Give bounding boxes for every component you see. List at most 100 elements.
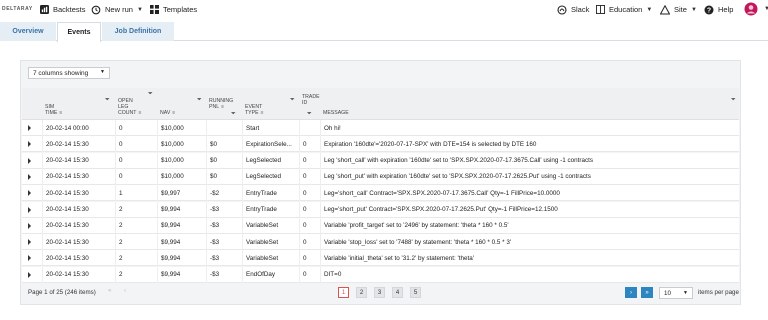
table-row[interactable]: 20-02-14 15:30 2 $9,994 -$3 VariableSet 0 Vari… [22,250,739,267]
cell-trade-id: 0 [299,168,320,185]
cell-running-pnl: -$3 [206,201,242,218]
expand-row-icon[interactable] [28,190,31,197]
table-row[interactable]: 20-02-14 15:30 0 $10,000 $0 LegSelected 0 Leg … [22,152,739,169]
sort-icon[interactable]: ≡ [221,104,224,110]
expand-row-icon[interactable] [28,157,31,164]
cell-message: Variable 'stop_loss' set to '7488' by st… [320,234,739,251]
cell-nav: $9,994 [157,266,206,283]
chevron-down-icon: ▼ [100,69,105,75]
expand-row-icon[interactable] [28,125,31,131]
table-row[interactable]: 20-02-14 15:30 2 $9,994 -$3 EndOfDay 0 DIT=0 [22,266,739,283]
table-row[interactable]: 20-02-14 15:30 2 $9,994 -$3 VariableSet 0 Vari… [22,217,739,234]
header-message[interactable]: MESSAGE ⏷ [320,88,739,120]
cell-sim-time: 20-02-14 15:30 [42,185,115,202]
cell-trade-id: 0 [299,217,320,234]
table-row[interactable]: 20-02-14 15:30 1 $9,997 -$2 EntryTrade 0 Leg='… [22,185,739,202]
filter-icon[interactable]: ⏷ [307,111,312,117]
last-page-icon[interactable]: » [641,287,653,298]
expand-row-icon[interactable] [28,173,31,180]
header-sim-time[interactable]: SIM TIME ≡ ⏷ [42,88,114,120]
next-page-icon[interactable]: › [625,287,637,298]
sort-icon[interactable]: ≡ [172,110,175,116]
header-event-type[interactable]: EVENT TYPE ≡ ⏷ [242,88,298,120]
filter-icon[interactable]: ⏷ [231,111,236,117]
header-message-label: MESSAGE [323,110,349,116]
expand-row-icon[interactable] [28,255,31,262]
header-sim-time-line2: TIME [45,110,58,116]
cell-nav: $9,994 [157,234,206,251]
filter-icon[interactable]: ⏷ [731,97,736,103]
cell-open-leg-count: 2 [115,201,157,218]
expand-row-icon[interactable] [28,206,31,213]
page-1-button[interactable]: 1 [338,287,349,298]
nav-education[interactable]: Education ▼ [596,2,652,17]
nav-backtests[interactable]: Backtests [40,2,86,17]
page-4-button[interactable]: 4 [392,287,403,298]
cell-event-type: VariableSet [242,217,299,234]
sort-icon[interactable]: ≡ [59,110,62,116]
filter-icon[interactable]: ⏷ [290,97,295,103]
nav-new-run[interactable]: New run ▼ [91,2,143,17]
cell-trade-id: 0 [299,136,320,153]
header-event-line2: TYPE [245,110,259,116]
sort-icon[interactable]: ≡ [261,110,264,116]
page-5-button[interactable]: 5 [410,287,421,298]
expand-row-icon[interactable] [28,271,31,278]
backtests-icon [40,5,49,14]
cell-event-type: Start [242,120,299,136]
page-size-label: items per page [698,289,739,296]
nav-templates[interactable]: Templates [150,2,197,17]
page-size-value: 10 [664,289,671,297]
header-nav[interactable]: NAV ≡ ⏷ [157,88,205,120]
filter-icon[interactable]: ⏷ [148,91,153,97]
table-row[interactable]: 20-02-14 15:30 2 $9,994 -$3 EntryTrade 0 Leg='… [22,201,739,218]
expand-row-icon[interactable] [28,239,31,246]
cell-event-type: EndOfDay [242,266,299,283]
cell-sim-time: 20-02-14 15:30 [42,250,115,267]
table-row[interactable]: 20-02-14 15:30 2 $9,994 -$3 VariableSet 0 Vari… [22,234,739,251]
cell-sim-time: 20-02-14 15:30 [42,266,115,283]
cell-event-type: EntryTrade [242,185,299,202]
table-row[interactable]: 20-02-14 15:30 0 $10,000 $0 LegSelected 0 Leg … [22,168,739,185]
filter-icon[interactable]: ⏷ [197,97,202,103]
first-page-icon[interactable]: « [108,288,111,294]
expand-row-icon[interactable] [28,141,31,148]
cell-running-pnl: $0 [206,168,242,185]
sort-icon[interactable]: ≡ [138,110,141,116]
table-row[interactable]: 20-02-14 15:30 0 $10,000 $0 ExpirationSele..… [22,136,739,153]
user-menu[interactable]: ▼ [744,1,768,16]
header-open-leg-count[interactable]: OPEN LEG COUNT ≡ ⏷ [115,88,156,120]
cell-sim-time: 20-02-14 15:30 [42,234,115,251]
header-trade-id[interactable]: TRADE ID ⏷ [299,88,320,120]
tab-job-definition[interactable]: Job Definition [102,22,174,41]
page-2-button[interactable]: 2 [356,287,367,298]
table-row[interactable]: 20-02-14 00:00 0 $10,000 Start Oh hi! [22,120,739,136]
columns-select[interactable]: 7 columns showing ▼ [28,67,110,79]
page-size-select[interactable]: 10 ▼ [659,287,693,299]
chevron-down-icon: ▼ [690,6,697,13]
cell-running-pnl: -$3 [206,250,242,267]
cell-sim-time: 20-02-14 15:30 [42,152,115,169]
cell-running-pnl: -$3 [206,266,242,283]
header-running-pnl[interactable]: RUNNING PNL ≡ ⏷ [206,88,241,120]
cell-nav: $9,994 [157,217,206,234]
expand-row-icon[interactable] [28,222,31,229]
nav-education-label: Education [609,5,643,14]
nav-help[interactable]: ? Help [704,2,733,17]
prev-page-icon[interactable]: ‹ [124,288,126,294]
nav-slack-label: Slack [571,5,590,14]
help-icon: ? [704,5,714,14]
tab-events[interactable]: Events [57,22,101,42]
cell-open-leg-count: 0 [115,136,157,153]
filter-icon[interactable]: ⏷ [105,97,110,103]
columns-select-value: 7 columns showing [33,69,89,77]
page-3-button[interactable]: 3 [374,287,385,298]
chevron-down-icon: ▼ [683,290,688,296]
nav-site[interactable]: Site ▼ [660,2,697,17]
nav-backtests-label: Backtests [53,5,86,14]
tab-overview[interactable]: Overview [0,22,56,41]
nav-slack[interactable]: Slack [557,2,589,17]
cell-open-leg-count: 2 [115,266,157,283]
history-icon [91,5,101,14]
cell-event-type: EntryTrade [242,201,299,218]
